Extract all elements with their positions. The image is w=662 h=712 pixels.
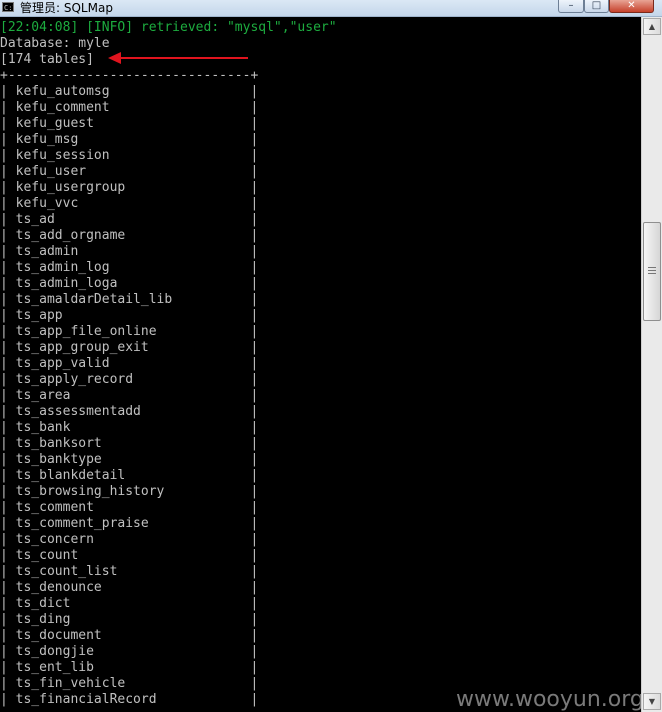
info-log-line: [22:04:08] [INFO] retrieved: "mysql","us… (0, 20, 337, 35)
table-row: | kefu_user | (0, 164, 259, 179)
table-row: | ts_app_file_online | (0, 324, 259, 339)
console-window: C:\ 管理员: SQLMap – □ ✕ [22:04:08] [INFO] … (0, 0, 662, 712)
table-row: | ts_add_orgname | (0, 228, 259, 243)
scroll-grip-line (648, 270, 656, 271)
scroll-grip-line (648, 273, 656, 274)
table-row: | ts_banksort | (0, 436, 259, 451)
table-row: | ts_comment | (0, 500, 259, 515)
table-row: | ts_fin_vehicle | (0, 676, 259, 691)
database-line: Database: myle (0, 36, 110, 51)
vertical-scrollbar[interactable]: ▲ ▼ (641, 17, 662, 712)
minimize-button[interactable]: – (558, 0, 584, 13)
scroll-thumb[interactable] (643, 222, 661, 321)
table-row: | ts_browsing_history | (0, 484, 259, 499)
table-row: | ts_admin_loga | (0, 276, 259, 291)
table-row: | kefu_vvc | (0, 196, 259, 211)
table-row: | ts_assessmentadd | (0, 404, 259, 419)
window-title: 管理员: SQLMap (20, 1, 113, 15)
table-row: | ts_app | (0, 308, 259, 323)
table-row: | ts_app_valid | (0, 356, 259, 371)
table-row: | ts_concern | (0, 532, 259, 547)
table-row: | ts_denounce | (0, 580, 259, 595)
table-row: | ts_financialRecord | (0, 692, 259, 707)
left-arrow-icon (108, 52, 248, 64)
watermark: www.wooyun.org (456, 687, 641, 712)
table-row: | ts_admin_log | (0, 260, 259, 275)
scroll-up-arrow-icon[interactable]: ▲ (643, 18, 661, 35)
close-button[interactable]: ✕ (609, 0, 654, 13)
table-count-line: [174 tables] (0, 52, 94, 67)
table-row: | kefu_session | (0, 148, 259, 163)
console-output[interactable]: [22:04:08] [INFO] retrieved: "mysql","us… (0, 17, 641, 712)
table-row: | kefu_automsg | (0, 84, 259, 99)
table-row: | ts_count | (0, 548, 259, 563)
table-row: | ts_app_group_exit | (0, 340, 259, 355)
maximize-button[interactable]: □ (584, 0, 609, 13)
table-row: | kefu_usergroup | (0, 180, 259, 195)
table-row: | ts_count_list | (0, 564, 259, 579)
table-row: | kefu_guest | (0, 116, 259, 131)
table-row: | kefu_comment | (0, 100, 259, 115)
scroll-down-arrow-icon[interactable]: ▼ (643, 693, 661, 710)
table-row: | ts_dict | (0, 596, 259, 611)
table-row: | ts_comment_praise | (0, 516, 259, 531)
table-row: | ts_dongjie | (0, 644, 259, 659)
table-row: | ts_ent_lib | (0, 660, 259, 675)
title-bar[interactable]: C:\ 管理员: SQLMap – □ ✕ (0, 0, 662, 17)
table-row: | ts_banktype | (0, 452, 259, 467)
table-row: | ts_ad | (0, 212, 259, 227)
table-row: | ts_apply_record | (0, 372, 259, 387)
table-row: | ts_blankdetail | (0, 468, 259, 483)
table-row: | ts_ding | (0, 612, 259, 627)
table-row: | ts_document | (0, 628, 259, 643)
scroll-grip-line (648, 267, 656, 268)
cmd-app-icon: C:\ (2, 2, 14, 12)
table-row: | ts_area | (0, 388, 259, 403)
table-border-top: +-------------------------------+ (0, 68, 259, 83)
table-row: | kefu_msg | (0, 132, 259, 147)
table-row: | ts_bank | (0, 420, 259, 435)
table-row: | ts_amaldarDetail_lib | (0, 292, 259, 307)
table-row: | ts_admin | (0, 244, 259, 259)
